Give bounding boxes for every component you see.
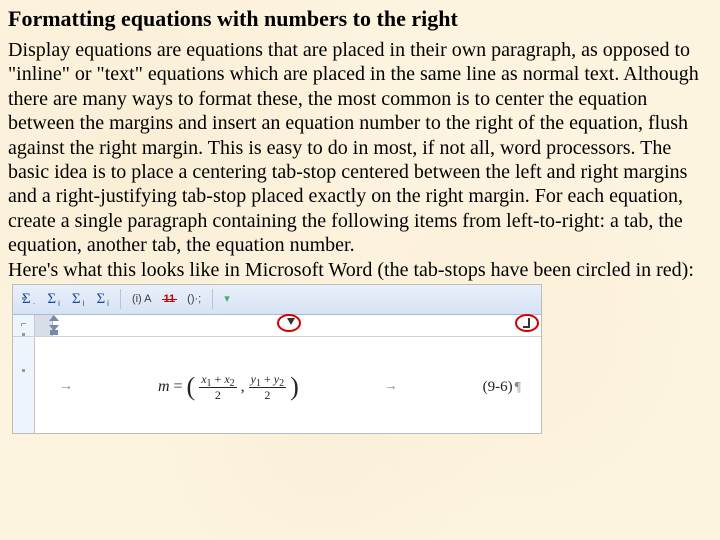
ruler-row: ⌐ xyxy=(13,315,541,337)
ribbon-abc[interactable]: (i) A xyxy=(129,291,155,308)
equation-body[interactable]: m = ( x1 + x2 2 , y1 + y2 2 ) xyxy=(158,371,299,403)
center-tab-stop[interactable] xyxy=(287,318,295,325)
page-title: Formatting equations with numbers to the… xyxy=(8,6,712,32)
caption-paragraph: Here's what this looks like in Microsoft… xyxy=(8,258,712,434)
ribbon-tail[interactable]: ()·; xyxy=(184,291,204,308)
pilcrow-icon: ¶ xyxy=(515,380,521,395)
horizontal-ruler[interactable] xyxy=(35,315,541,336)
ribbon-sigma-2[interactable]: Σi xyxy=(44,288,63,310)
ribbon: Σ· Σi Σi Σi (i) A 11 ()·; ▾ xyxy=(13,285,541,315)
equation-line: → m = ( x1 + x2 2 , y1 + y2 2 xyxy=(59,371,521,403)
page-surface[interactable]: → m = ( x1 + x2 2 , y1 + y2 2 xyxy=(35,337,541,433)
tab-arrow-icon: → xyxy=(59,378,73,395)
vertical-ruler[interactable] xyxy=(13,337,35,433)
body-paragraph: Display equations are equations that are… xyxy=(8,38,712,258)
ribbon-divider-2 xyxy=(212,289,213,309)
tab-arrow-icon: → xyxy=(384,378,398,395)
eq-lhs: m xyxy=(158,377,170,397)
right-tab-stop[interactable] xyxy=(523,318,530,328)
left-indent-marker[interactable] xyxy=(50,330,58,335)
equation-number: (9-6) xyxy=(483,379,513,395)
eq-frac-y: y1 + y2 2 xyxy=(249,373,286,401)
eq-frac-x: x1 + x2 2 xyxy=(199,373,236,401)
eq-comma: , xyxy=(241,377,245,397)
vruler-tick xyxy=(22,333,25,336)
document-area: → m = ( x1 + x2 2 , y1 + y2 2 xyxy=(13,337,541,433)
eq-rparen: ) xyxy=(290,371,299,403)
ribbon-sigma-3[interactable]: Σi xyxy=(69,288,88,310)
eq-equals: = xyxy=(174,377,183,397)
equation-number-group: (9-6)¶ xyxy=(483,377,521,397)
eq-lparen: ( xyxy=(187,371,196,403)
first-line-indent-marker[interactable] xyxy=(49,315,59,321)
vruler-tick xyxy=(22,369,25,372)
ribbon-sigma-4[interactable]: Σi xyxy=(93,288,112,310)
vruler-tick xyxy=(22,297,25,300)
word-screenshot: Σ· Σi Σi Σi (i) A 11 ()·; ▾ ⌐ xyxy=(12,284,542,434)
ribbon-dropdown-icon[interactable]: ▾ xyxy=(221,291,233,308)
ribbon-divider xyxy=(120,289,121,309)
caption-text: Here's what this looks like in Microsoft… xyxy=(8,259,694,281)
ribbon-strike[interactable]: 11 xyxy=(161,291,179,308)
